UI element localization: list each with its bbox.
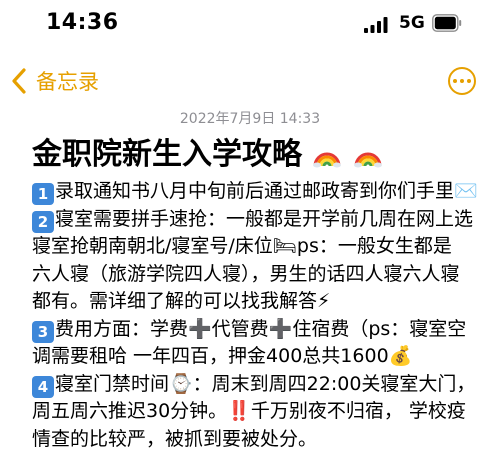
note-body[interactable]: 金职院新生入学攻略 1录取通知书八月中旬前后通过邮政寄到你们手里✉️ 2寝室需要… — [32, 134, 490, 453]
note-line: 1录取通知书八月中旬前后通过邮政寄到你们手里✉️ — [32, 178, 490, 206]
chevron-left-icon — [10, 67, 28, 95]
note-line: 周五周六推迟30分钟。‼️千万别夜不归宿， 学校疫 — [32, 398, 490, 426]
note-line: 2寝室需要拼手速抢：一般都是开学前几周在网上选 — [32, 206, 490, 234]
note-line-text: 情查的比较严，被抓到要被处分。 — [32, 428, 317, 450]
note-line-text: 调需要租哈 一年四百，押金400总共1600💰 — [32, 345, 412, 367]
note-line: 3费用方面：学费➕代管费➕住宿费（ps：寝室空 — [32, 316, 490, 344]
rainbow-icon — [312, 142, 342, 168]
note-line: 寝室抢朝南朝北/寝室号/床位🛏ps：一般女生都是 — [32, 233, 490, 261]
note-line-text: 六人寝（旅游学院四人寝），男生的话四人寝六人寝 — [32, 263, 460, 285]
number-badge-icon: 4 — [32, 376, 54, 398]
note-line-text: 周五周六推迟30分钟。‼️千万别夜不归宿， 学校疫 — [32, 400, 466, 422]
more-options-icon[interactable] — [448, 67, 476, 95]
nav-bar: 备忘录 — [0, 52, 500, 112]
note-timestamp: 2022年7月9日 14:33 — [0, 108, 500, 128]
note-line-text: 录取通知书八月中旬前后通过邮政寄到你们手里✉️ — [55, 180, 478, 202]
note-line-text: 寝室抢朝南朝北/寝室号/床位🛏ps：一般女生都是 — [32, 235, 452, 257]
status-time: 14:36 — [46, 10, 119, 35]
rainbow-icon — [353, 142, 383, 168]
note-line-text: 寝室门禁时间⌚：周末到周四22:00关寝室大门， — [55, 373, 475, 395]
note-line: 调需要租哈 一年四百，押金400总共1600💰 — [32, 343, 490, 371]
back-button[interactable]: 备忘录 — [10, 66, 99, 96]
number-badge-icon: 2 — [32, 211, 54, 233]
note-line-text: 费用方面：学费➕代管费➕住宿费（ps：寝室空 — [55, 318, 466, 340]
back-label: 备忘录 — [36, 66, 99, 96]
note-line: 4寝室门禁时间⌚：周末到周四22:00关寝室大门， — [32, 371, 490, 399]
number-badge-icon: 1 — [32, 183, 54, 205]
note-line-text: 寝室需要拼手速抢：一般都是开学前几周在网上选 — [55, 208, 473, 230]
network-label: 5G — [399, 13, 425, 33]
battery-icon — [432, 14, 462, 32]
signal-icon — [364, 17, 388, 33]
note-line-text: 都有。需详细了解的可以找我解答⚡ — [32, 290, 330, 312]
note-line: 情查的比较严，被抓到要被处分。 — [32, 426, 490, 453]
note-line: 都有。需详细了解的可以找我解答⚡ — [32, 288, 490, 316]
number-badge-icon: 3 — [32, 321, 54, 343]
note-title: 金职院新生入学攻略 — [32, 134, 490, 176]
note-line: 六人寝（旅游学院四人寝），男生的话四人寝六人寝 — [32, 261, 490, 289]
status-bar: 14:36 5G — [0, 0, 500, 52]
note-title-text: 金职院新生入学攻略 — [32, 137, 302, 172]
